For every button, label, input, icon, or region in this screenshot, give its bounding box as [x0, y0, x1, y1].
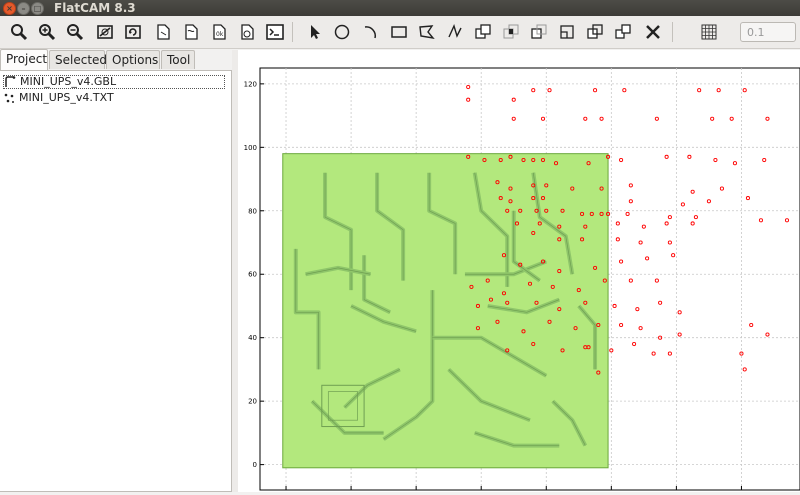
- circle-icon: [334, 24, 350, 40]
- tab-project[interactable]: Project: [0, 49, 48, 70]
- new-geometry-icon: [157, 24, 170, 40]
- pcb-plot[interactable]: 020406080100120140020406080100120: [238, 50, 800, 495]
- delete-shape-icon: [646, 25, 660, 39]
- zoom-out-icon: [67, 24, 84, 41]
- window-title: FlatCAM 8.3: [54, 1, 136, 15]
- y-tick-label: 20: [248, 398, 257, 406]
- grid-icon: [701, 24, 717, 40]
- cut-path-icon: [560, 25, 574, 39]
- intersection-icon: [503, 24, 519, 39]
- subtract-icon: [531, 24, 547, 39]
- clear-plot-button[interactable]: [94, 21, 116, 43]
- zoom-fit-icon: [11, 24, 28, 41]
- path-icon: [448, 24, 462, 38]
- y-tick-label: 100: [244, 144, 257, 152]
- tab-selected[interactable]: Selected: [49, 50, 107, 69]
- y-tick-label: 0: [253, 461, 257, 469]
- zoom-in-button[interactable]: [36, 21, 58, 43]
- move-shape-button[interactable]: [612, 21, 634, 43]
- shell-icon: [266, 24, 284, 40]
- plot-canvas[interactable]: 020406080100120140020406080100120: [238, 50, 800, 495]
- open-gerber-button[interactable]: [180, 21, 202, 43]
- delete-icon: [241, 24, 254, 40]
- replot-icon: [125, 25, 141, 39]
- y-tick-label: 60: [248, 271, 257, 279]
- window-maximize-button[interactable]: □: [31, 2, 44, 15]
- project-item-excellon[interactable]: MINI_UPS_v4.TXT: [3, 91, 114, 105]
- replot-button[interactable]: [122, 21, 144, 43]
- new-geometry-button[interactable]: [152, 21, 174, 43]
- select-tool-button[interactable]: [304, 21, 326, 43]
- tab-options[interactable]: Options: [106, 50, 160, 69]
- delete-object-button[interactable]: [236, 21, 258, 43]
- grid-snap-button[interactable]: [698, 21, 720, 43]
- clear-plot-icon: [97, 25, 113, 39]
- open-excellon-icon: 0k: [213, 24, 226, 40]
- toolbar-separator: [672, 22, 673, 42]
- main-toolbar: 0k 0.1: [0, 16, 800, 49]
- rectangle-tool-button[interactable]: [388, 21, 410, 43]
- excellon-icon: [4, 93, 14, 103]
- delete-shape-button[interactable]: [642, 21, 664, 43]
- grid-size-input[interactable]: 0.1: [740, 22, 796, 42]
- y-tick-label: 120: [244, 80, 257, 88]
- path-tool-button[interactable]: [444, 21, 466, 43]
- intersection-tool-button[interactable]: [500, 21, 522, 43]
- toolbar-separator: [292, 22, 293, 42]
- union-icon: [475, 24, 491, 39]
- project-item-label: MINI_UPS_v4.GBL: [20, 75, 117, 88]
- zoom-fit-button[interactable]: [8, 21, 30, 43]
- arc-icon: [364, 26, 376, 39]
- polygon-icon: [419, 25, 435, 40]
- zoom-out-button[interactable]: [64, 21, 86, 43]
- cut-path-tool-button[interactable]: [556, 21, 578, 43]
- svg-text:0k: 0k: [216, 31, 224, 38]
- circle-tool-button[interactable]: [331, 21, 353, 43]
- polygon-tool-button[interactable]: [416, 21, 438, 43]
- copy-shape-icon: [587, 24, 603, 39]
- shell-button[interactable]: [264, 21, 286, 43]
- gerber-icon: [5, 76, 16, 87]
- select-icon: [311, 25, 320, 39]
- rectangle-icon: [391, 26, 407, 38]
- y-tick-label: 80: [248, 207, 257, 215]
- tab-tool[interactable]: Tool: [161, 50, 195, 69]
- zoom-in-icon: [39, 24, 56, 41]
- move-icon: [615, 24, 631, 39]
- arc-tool-button[interactable]: [360, 21, 382, 43]
- open-excellon-button[interactable]: 0k: [208, 21, 230, 43]
- title-bar: × – □ FlatCAM 8.3: [0, 0, 800, 16]
- open-gerber-icon: [185, 24, 198, 40]
- window-close-button[interactable]: ×: [3, 2, 16, 15]
- window-minimize-button[interactable]: –: [17, 2, 30, 15]
- project-item-gerber[interactable]: MINI_UPS_v4.GBL: [3, 75, 225, 89]
- project-item-label: MINI_UPS_v4.TXT: [19, 91, 114, 104]
- union-tool-button[interactable]: [472, 21, 494, 43]
- copy-shape-button[interactable]: [584, 21, 606, 43]
- subtract-tool-button[interactable]: [528, 21, 550, 43]
- project-panel: MINI_UPS_v4.GBL MINI_UPS_v4.TXT: [0, 70, 232, 492]
- y-tick-label: 40: [248, 334, 257, 342]
